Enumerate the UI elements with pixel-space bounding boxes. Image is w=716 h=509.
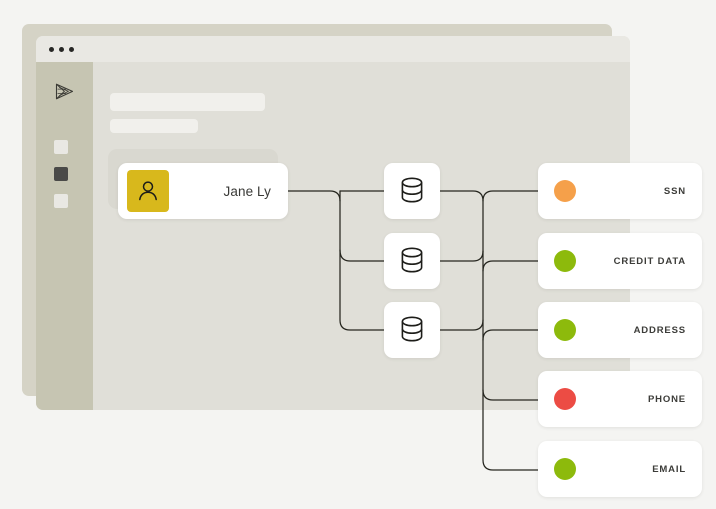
screenshot-stage: Jane Ly SSN CREDIT DATA ADDRESS PHONE EM…: [0, 0, 716, 509]
subtitle-placeholder-bar: [110, 119, 198, 133]
data-type-label: EMAIL: [652, 463, 686, 475]
sidebar-item-3[interactable]: [54, 194, 68, 208]
database-node-1[interactable]: [384, 163, 440, 219]
status-dot: [554, 250, 576, 272]
data-type-node-address[interactable]: ADDRESS: [538, 302, 702, 358]
window-minimize-dot[interactable]: [59, 47, 64, 52]
window-controls[interactable]: [49, 47, 74, 52]
data-type-node-phone[interactable]: PHONE: [538, 371, 702, 427]
title-placeholder-bar: [110, 93, 265, 111]
data-type-label: ADDRESS: [633, 324, 686, 336]
data-type-node-email[interactable]: EMAIL: [538, 441, 702, 497]
play-triangle-logo-icon: [51, 78, 79, 106]
data-type-label: SSN: [663, 185, 686, 197]
data-type-node-credit-data[interactable]: CREDIT DATA: [538, 233, 702, 289]
person-name-label: Jane Ly: [223, 183, 271, 199]
database-icon: [401, 177, 423, 203]
status-dot: [554, 319, 576, 341]
person-icon: [127, 170, 169, 212]
window-titlebar: [36, 36, 630, 62]
data-type-label: CREDIT DATA: [613, 255, 686, 267]
sidebar-item-2[interactable]: [54, 167, 68, 181]
data-type-label: PHONE: [647, 393, 686, 405]
status-dot: [554, 458, 576, 480]
data-type-node-ssn[interactable]: SSN: [538, 163, 702, 219]
database-icon: [401, 247, 423, 273]
database-node-2[interactable]: [384, 233, 440, 289]
window-close-dot[interactable]: [49, 47, 54, 52]
status-dot: [554, 180, 576, 202]
sidebar: [36, 62, 93, 410]
database-node-3[interactable]: [384, 302, 440, 358]
window-maximize-dot[interactable]: [69, 47, 74, 52]
database-icon: [401, 316, 423, 342]
sidebar-item-1[interactable]: [54, 140, 68, 154]
status-dot: [554, 388, 576, 410]
person-node[interactable]: Jane Ly: [118, 163, 288, 219]
